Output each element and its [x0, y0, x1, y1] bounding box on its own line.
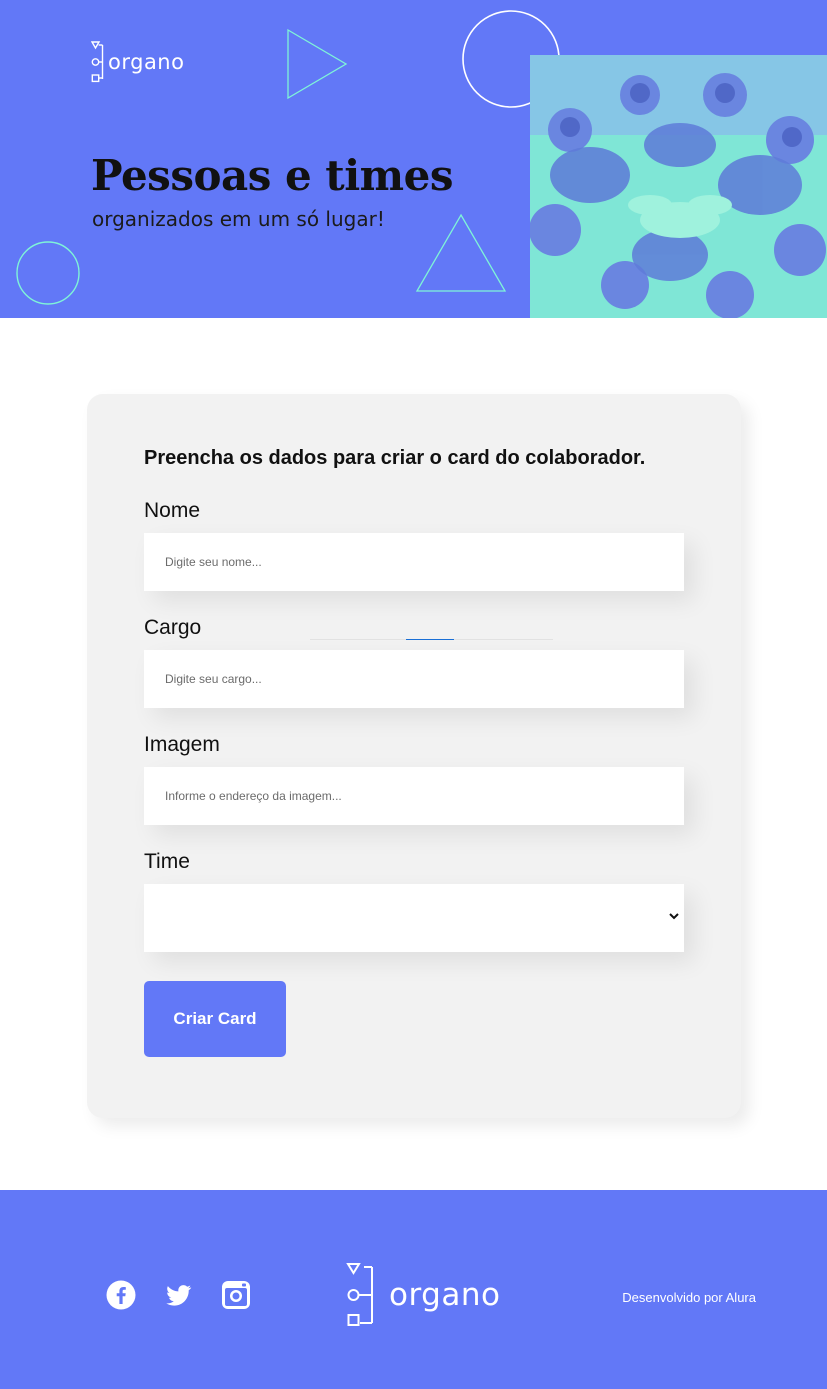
instagram-icon[interactable] [221, 1280, 251, 1310]
footer-credit: Desenvolvido por Alura [622, 1290, 756, 1305]
image-label: Imagem [144, 733, 220, 756]
page-subtitle: organizados em um só lugar! [92, 207, 385, 231]
brand-name: organo [108, 50, 185, 74]
image-url-input[interactable] [144, 767, 684, 825]
team-select[interactable] [144, 884, 684, 952]
twitter-icon[interactable] [163, 1280, 193, 1310]
page-title: Pessoas e times [91, 151, 453, 200]
footer-brand-logo[interactable]: organo [346, 1262, 500, 1328]
footer: organo Desenvolvido por Alura [0, 1190, 827, 1389]
collaborator-form: Preencha os dados para criar o card do c… [87, 394, 741, 1118]
organo-logo-icon [346, 1263, 373, 1326]
triangle-up-decoration [415, 213, 507, 292]
name-label: Nome [144, 499, 201, 522]
create-card-button[interactable]: Criar Card [144, 981, 286, 1057]
organo-logo-icon [91, 41, 104, 83]
team-label: Time [144, 850, 190, 873]
triangle-right-decoration [287, 28, 348, 100]
role-input[interactable] [144, 650, 684, 708]
facebook-icon[interactable] [106, 1280, 136, 1310]
brand-logo[interactable]: organo [91, 41, 184, 83]
banner: organo Pessoas e times organizados em um… [0, 0, 827, 318]
form-title: Preencha os dados para criar o card do c… [144, 447, 646, 469]
input-focus-indicator [406, 639, 454, 640]
team-photo [530, 55, 827, 318]
circle-left-decoration [16, 241, 80, 305]
role-label: Cargo [144, 616, 202, 639]
brand-name: organo [389, 1277, 501, 1313]
chevron-down-icon [669, 913, 679, 920]
name-input[interactable] [144, 533, 684, 591]
team-photo-illustration [530, 55, 827, 318]
